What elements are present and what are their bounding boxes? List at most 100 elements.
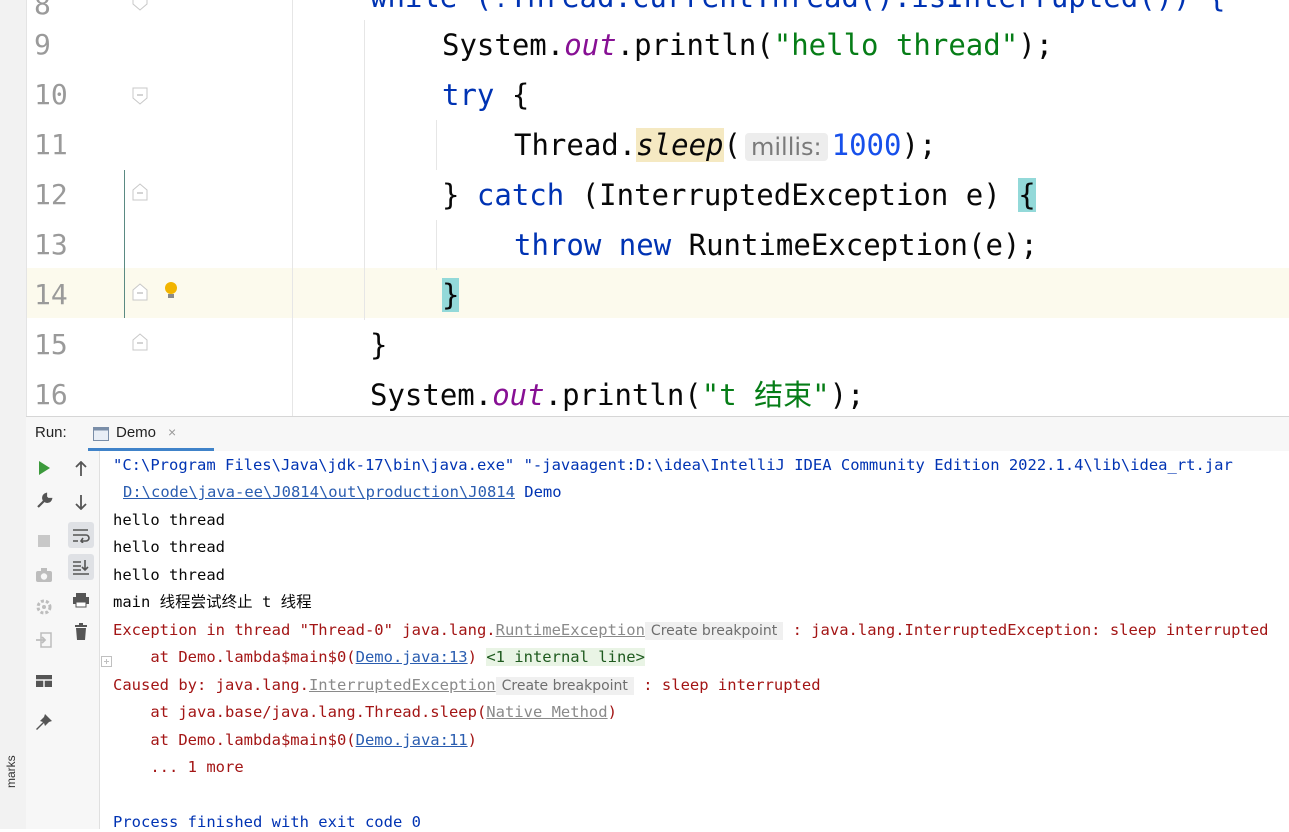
line-number: 15 <box>34 328 68 361</box>
arrow-up-icon[interactable] <box>68 456 94 482</box>
console-text: : sleep interrupted <box>633 676 821 694</box>
fold-marker-icon[interactable] <box>130 282 150 302</box>
line-number: 10 <box>34 78 68 111</box>
run-toolbar-primary <box>26 451 62 829</box>
console-line-caused-by: Caused by: java.lang.InterruptedExceptio… <box>113 675 821 696</box>
console-line-stack: at Demo.lambda$main$0(Demo.java:13) <1 i… <box>113 647 645 667</box>
indent-guide <box>292 0 293 416</box>
source-link[interactable]: Demo.java:11 <box>356 731 468 749</box>
stop-icon[interactable] <box>31 528 57 554</box>
code-line-12[interactable]: } catch (InterruptedException e) { <box>442 170 1036 220</box>
code-line-9[interactable]: System.out.println("hello thread"); <box>442 20 1053 70</box>
fold-marker-icon[interactable] <box>130 332 150 352</box>
console-text: at Demo.lambda$main$0( <box>113 731 356 749</box>
console-text: at Demo.lambda$main$0( <box>113 648 356 666</box>
exception-class-link[interactable]: RuntimeException <box>496 621 645 639</box>
expand-icon[interactable] <box>101 652 112 671</box>
console-line-more: ... 1 more <box>113 758 244 776</box>
code-line-14[interactable]: } <box>442 270 460 320</box>
code-line-11[interactable]: Thread.sleep(millis: 1000); <box>514 120 936 170</box>
fold-marker-icon[interactable] <box>130 0 150 12</box>
line-number: 14 <box>34 278 68 311</box>
soft-wrap-icon[interactable] <box>68 522 94 548</box>
code-token: sleep <box>636 128 724 162</box>
matched-brace: } <box>442 278 460 312</box>
console-line-stack: at java.base/java.lang.Thread.sleep(Nati… <box>113 702 617 722</box>
run-label: Run: <box>35 424 67 441</box>
arrow-down-icon[interactable] <box>68 489 94 515</box>
left-tool-strip <box>0 0 27 829</box>
code-line-15[interactable]: } <box>370 320 387 370</box>
pin-icon[interactable] <box>31 709 57 735</box>
print-icon[interactable] <box>68 587 94 613</box>
tab-demo-label[interactable]: Demo <box>116 424 156 441</box>
camera-icon[interactable] <box>31 562 57 588</box>
code-line-16[interactable]: System.out.println("t 结束"); <box>370 370 865 416</box>
line-number: 11 <box>34 128 68 161</box>
line-number: 9 <box>34 28 51 61</box>
code-token: try <box>442 78 495 112</box>
indent-guide <box>436 120 437 170</box>
current-line-highlight <box>26 268 1289 318</box>
trash-icon[interactable] <box>68 619 94 645</box>
code-token: Thread. <box>514 128 637 162</box>
internal-lines-fold[interactable]: <1 internal line> <box>486 648 645 666</box>
code-token: throw <box>514 228 602 262</box>
login-icon[interactable] <box>31 627 57 653</box>
classpath-link[interactable]: D:\code\java-ee\J0814\out\production\J08… <box>123 483 515 501</box>
create-breakpoint-button[interactable]: Create breakpoint <box>495 677 634 695</box>
code-token: { <box>494 78 530 112</box>
matched-brace: { <box>1018 178 1036 212</box>
console-line-classpath: D:\code\java-ee\J0814\out\production\J08… <box>123 482 562 502</box>
exception-class-link[interactable]: InterruptedException <box>309 676 496 694</box>
code-token: while (!Thread.currentThread().isInterru… <box>370 0 1226 14</box>
create-breakpoint-button[interactable]: Create breakpoint <box>644 622 784 640</box>
code-token: out <box>492 378 545 412</box>
lightbulb-icon[interactable] <box>163 281 179 305</box>
fold-marker-icon[interactable] <box>130 182 150 202</box>
indent-guide <box>364 20 365 320</box>
close-icon[interactable]: × <box>168 424 176 440</box>
console-line-command: "C:\Program Files\Java\jdk-17\bin\java.e… <box>113 456 1233 474</box>
console-text: ) <box>607 703 617 721</box>
native-method-link[interactable]: Native Method <box>486 703 607 721</box>
code-token: ); <box>829 378 865 412</box>
code-token: "t 结束" <box>701 378 830 412</box>
indent-guide <box>436 220 437 270</box>
scroll-end-icon[interactable] <box>68 554 94 580</box>
code-token: "hello thread" <box>773 28 1019 62</box>
line-number: 16 <box>34 378 68 411</box>
code-token: catch <box>476 178 565 212</box>
code-token: .println( <box>616 28 774 62</box>
console-line-output: main 线程尝试终止 t 线程 <box>113 593 312 611</box>
code-token: ( <box>723 128 741 162</box>
run-config-icon <box>93 426 109 445</box>
parameter-hint: millis: <box>745 133 828 161</box>
code-line-10[interactable]: try { <box>442 70 529 120</box>
console-line-output: hello thread <box>113 566 225 584</box>
console-text: : java.lang.InterruptedException: sleep … <box>783 621 1269 639</box>
console-text: at java.base/java.lang.Thread.sleep( <box>113 703 487 721</box>
code-line-8[interactable]: while (!Thread.currentThread().isInterru… <box>370 0 1226 22</box>
bookmarks-side-tab[interactable]: marks <box>4 755 18 788</box>
code-token: 1000 <box>831 128 902 162</box>
console-line-output: hello thread <box>113 538 225 556</box>
code-editor[interactable]: 8 9 10 11 12 13 14 15 16 while (!Thread.… <box>0 0 1289 416</box>
code-token: ); <box>901 128 937 162</box>
code-line-13[interactable]: throw new RuntimeException(e); <box>514 220 1038 270</box>
run-panel-header <box>26 416 1289 452</box>
vcs-change-marker[interactable] <box>124 170 125 318</box>
run-icon[interactable] <box>31 455 57 481</box>
source-link[interactable]: Demo.java:13 <box>356 648 468 666</box>
wrench-icon[interactable] <box>31 488 57 514</box>
code-token: System. <box>442 28 565 62</box>
console-line-output: hello thread <box>113 511 225 529</box>
settings-bug-icon[interactable] <box>31 594 57 620</box>
line-number: 12 <box>34 178 68 211</box>
fold-marker-icon[interactable] <box>130 86 150 106</box>
console-text: Exception in thread "Thread-0" java.lang… <box>113 621 496 639</box>
code-token: .println( <box>544 378 702 412</box>
code-token: RuntimeException(e); <box>671 228 1038 262</box>
layout-icon[interactable] <box>31 668 57 694</box>
code-token: ); <box>1018 28 1054 62</box>
